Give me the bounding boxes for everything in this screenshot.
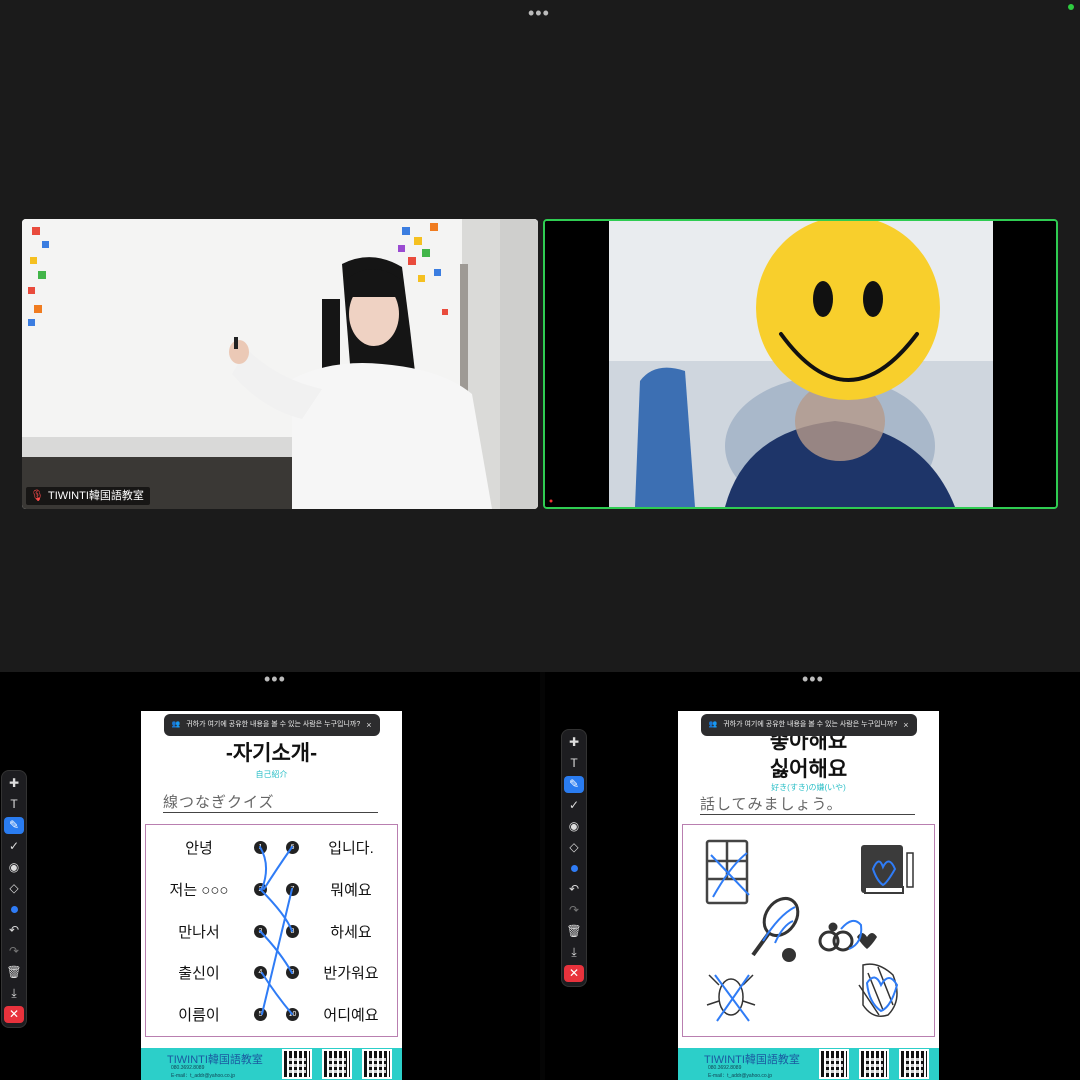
picture-icons xyxy=(705,839,914,1022)
check-icon[interactable]: ✓ xyxy=(564,797,584,814)
footer-phone: 080.3692.8089 xyxy=(171,1065,205,1071)
right-word: 반가워요 xyxy=(323,965,379,982)
footer-phone: 080.3692.8089 xyxy=(708,1065,742,1071)
footer-mail: E-mail：t_addr@yahoo.co.jp xyxy=(171,1073,235,1079)
undo-icon[interactable]: ↶ xyxy=(4,922,24,939)
worksheet-task: 話してみましょう。 xyxy=(700,796,843,813)
qr-code xyxy=(859,1049,889,1079)
redo-icon[interactable]: ↷ xyxy=(4,943,24,960)
number-dot: 3 xyxy=(254,925,267,938)
color-icon[interactable] xyxy=(4,901,24,918)
eraser-icon[interactable]: ◇ xyxy=(564,839,584,856)
people-icon: 👥 xyxy=(171,721,181,728)
spotlight-icon[interactable]: ◉ xyxy=(564,818,584,835)
move-icon[interactable]: ✚ xyxy=(564,734,584,751)
worksheet-footer: TIWINTI韓国語教室 080.3692.8089 E-mail：t_addr… xyxy=(678,1048,939,1080)
number-dot: 5 xyxy=(254,1008,267,1021)
download-icon[interactable]: ⤓ xyxy=(4,985,24,1002)
footer-mail: E-mail：t_addr@yahoo.co.jp xyxy=(708,1073,772,1079)
video-tile-student[interactable] xyxy=(543,219,1058,509)
text-icon[interactable]: T xyxy=(564,755,584,772)
share-notice: 👥 귀하가 여기에 공유한 내용을 볼 수 있는 사람은 누구입니까? × xyxy=(163,714,380,736)
screen-share-right: ••• ✚ T ✎ ✓ ◉ ◇ ↶ ↷ 🗑 ⤓ ✕ 👥 귀하가 여기에 공유한 … xyxy=(545,670,1080,1080)
left-word: 만나서 xyxy=(178,924,220,941)
qr-code xyxy=(899,1049,929,1079)
spotlight-icon[interactable]: ◉ xyxy=(4,859,24,876)
qr-code xyxy=(282,1049,312,1079)
divider xyxy=(700,814,915,815)
number-dot: 4 xyxy=(254,966,267,979)
annotation-toolbar: ✚ T ✎ ✓ ◉ ◇ ↶ ↷ 🗑 ⤓ ✕ xyxy=(561,729,587,987)
rings-icon xyxy=(818,922,854,952)
left-word: 저는 ○○○ xyxy=(169,882,229,899)
tennis-icon xyxy=(751,896,800,962)
close-icon[interactable]: ✕ xyxy=(564,965,584,982)
left-word: 출신이 xyxy=(178,965,220,982)
worksheet-subtitle: 自己紹介 xyxy=(255,770,288,779)
participant-name: TIWINTI韓国語教室 xyxy=(47,490,144,502)
worksheet-task: 線つなぎクイズ xyxy=(163,794,275,811)
pen-icon[interactable]: ✎ xyxy=(4,817,24,834)
teacher-video-frame xyxy=(22,219,538,509)
more-options-icon[interactable]: ••• xyxy=(264,670,286,688)
annotation-toolbar: ✚ T ✎ ✓ ◉ ◇ ↶ ↷ 🗑 ⤓ ✕ xyxy=(1,770,27,1028)
matching-box: 안녕 저는 ○○○ 만나서 출신이 이름이 1 2 3 4 5 6 7 8 9 … xyxy=(145,824,398,1037)
share-notice: 👥 귀하가 여기에 공유한 내용을 볼 수 있는 사람은 누구입니까? × xyxy=(700,714,917,736)
right-word: 뭐예요 xyxy=(330,882,372,899)
participant-name-tag: 🎙 TIWINTI韓国語教室 xyxy=(26,487,150,505)
color-icon[interactable] xyxy=(564,860,584,877)
meeting-gallery: ••• 🎙 TIWINTI韓国語教室 xyxy=(0,0,1080,672)
divider xyxy=(163,812,378,813)
status-indicator xyxy=(1068,4,1074,10)
left-word: 안녕 xyxy=(185,840,213,857)
number-dot: 2 xyxy=(254,883,267,896)
people-icon: 👥 xyxy=(708,721,718,728)
more-options-icon[interactable]: ••• xyxy=(802,670,824,688)
smiley-face-icon xyxy=(756,221,940,400)
right-word: 하세요 xyxy=(330,924,372,941)
shared-document: 👥 귀하가 여기에 공유한 내용을 볼 수 있는 사람은 누구입니까? × -자… xyxy=(141,711,402,1080)
screen-share-left: ••• ✚ T ✎ ✓ ◉ ◇ ↶ ↷ 🗑 ⤓ ✕ 👥 귀하가 여기에 공유한 … xyxy=(0,670,540,1080)
more-options-icon[interactable]: ••• xyxy=(528,4,550,22)
notice-text: 귀하가 여기에 공유한 내용을 볼 수 있는 사람은 누구입니까? xyxy=(186,721,361,728)
check-icon[interactable]: ✓ xyxy=(4,838,24,855)
number-dot: 7 xyxy=(286,883,299,896)
worksheet-title: -자기소개- xyxy=(225,742,318,765)
qr-code xyxy=(362,1049,392,1079)
pen-icon[interactable]: ✎ xyxy=(564,776,584,793)
number-dot: 6 xyxy=(286,841,299,854)
trash-icon[interactable]: 🗑 xyxy=(4,964,24,981)
text-icon[interactable]: T xyxy=(4,796,24,813)
number-dot: 1 xyxy=(254,841,267,854)
number-dot: 8 xyxy=(286,925,299,938)
worksheet-footer: TIWINTI韓国語教室 080.3692.8089 E-mail：t_addr… xyxy=(141,1048,402,1080)
notice-close-icon[interactable]: × xyxy=(903,714,908,736)
student-video-frame xyxy=(545,221,1056,507)
number-dot: 10 xyxy=(286,1008,299,1021)
worksheet-title-2: 싫어해요 xyxy=(769,758,848,781)
number-dot: 9 xyxy=(286,966,299,979)
right-word: 입니다. xyxy=(328,840,374,857)
left-word: 이름이 xyxy=(178,1007,220,1024)
redo-icon[interactable]: ↷ xyxy=(564,902,584,919)
undo-icon[interactable]: ↶ xyxy=(564,881,584,898)
right-word: 어디예요 xyxy=(323,1007,379,1024)
notice-text: 귀하가 여기에 공유한 내용을 볼 수 있는 사람은 누구입니까? xyxy=(723,721,898,728)
download-icon[interactable]: ⤓ xyxy=(564,944,584,961)
eraser-icon[interactable]: ◇ xyxy=(4,880,24,897)
picture-box xyxy=(682,824,935,1037)
qr-code xyxy=(322,1049,352,1079)
worksheet-subtitle: 好き(すき)の嫌(いや) xyxy=(771,783,846,792)
move-icon[interactable]: ✚ xyxy=(4,775,24,792)
trash-icon[interactable]: 🗑 xyxy=(564,923,584,940)
book-icon xyxy=(861,845,914,894)
video-tile-teacher[interactable]: 🎙 TIWINTI韓国語教室 xyxy=(22,219,538,509)
mic-muted-icon: 🎙 xyxy=(30,490,44,502)
notice-close-icon[interactable]: × xyxy=(366,714,371,736)
qr-code xyxy=(819,1049,849,1079)
close-icon[interactable]: ✕ xyxy=(4,1006,24,1023)
shared-document: 👥 귀하가 여기에 공유한 내용을 볼 수 있는 사람은 누구입니까? × 좋아… xyxy=(678,711,939,1080)
